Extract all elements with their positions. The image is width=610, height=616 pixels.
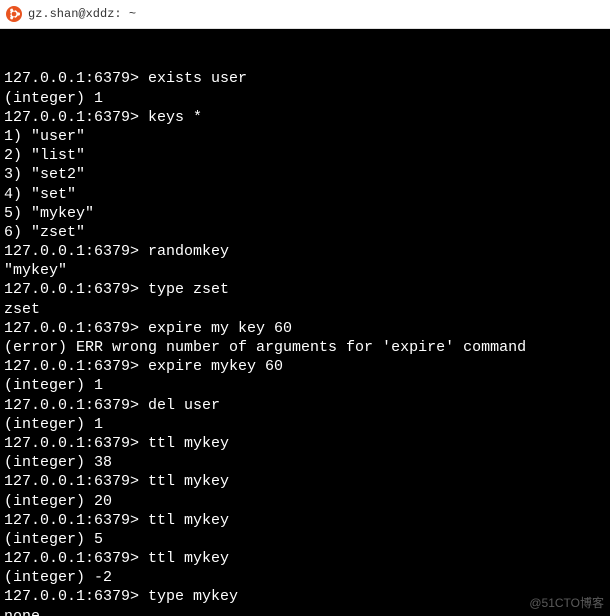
terminal-prompt-line: 127.0.0.1:6379> ttl mykey	[4, 549, 606, 568]
terminal-output-line: (error) ERR wrong number of arguments fo…	[4, 338, 606, 357]
watermark: @51CTO博客	[529, 596, 604, 611]
command-text: exists user	[148, 70, 247, 87]
terminal-output-line: (integer) 1	[4, 415, 606, 434]
command-text: ttl mykey	[148, 473, 229, 490]
prompt-host: 127.0.0.1:6379>	[4, 243, 148, 260]
window-title: gz.shan@xddz: ~	[28, 7, 136, 21]
command-text: ttl mykey	[148, 550, 229, 567]
terminal-prompt-line: 127.0.0.1:6379> exists user	[4, 69, 606, 88]
command-text: expire mykey 60	[148, 358, 283, 375]
terminal-output-line: (integer) 1	[4, 376, 606, 395]
prompt-host: 127.0.0.1:6379>	[4, 435, 148, 452]
prompt-host: 127.0.0.1:6379>	[4, 550, 148, 567]
terminal-prompt-line: 127.0.0.1:6379> randomkey	[4, 242, 606, 261]
terminal-prompt-line: 127.0.0.1:6379> expire my key 60	[4, 319, 606, 338]
prompt-host: 127.0.0.1:6379>	[4, 109, 148, 126]
terminal-output-line: 4) "set"	[4, 185, 606, 204]
prompt-host: 127.0.0.1:6379>	[4, 588, 148, 605]
command-text: ttl mykey	[148, 435, 229, 452]
terminal-prompt-line: 127.0.0.1:6379> del user	[4, 396, 606, 415]
terminal-output-line: 1) "user"	[4, 127, 606, 146]
terminal-output-line: (integer) 5	[4, 530, 606, 549]
terminal-output-line: 5) "mykey"	[4, 204, 606, 223]
command-text: randomkey	[148, 243, 229, 260]
title-bar[interactable]: gz.shan@xddz: ~	[0, 0, 610, 29]
terminal-output-line: (integer) -2	[4, 568, 606, 587]
terminal-prompt-line: 127.0.0.1:6379> ttl mykey	[4, 472, 606, 491]
command-text: expire my key 60	[148, 320, 292, 337]
command-text: del user	[148, 397, 220, 414]
prompt-host: 127.0.0.1:6379>	[4, 281, 148, 298]
terminal-prompt-line: 127.0.0.1:6379> type zset	[4, 280, 606, 299]
terminal-output-line: zset	[4, 300, 606, 319]
prompt-host: 127.0.0.1:6379>	[4, 397, 148, 414]
terminal-output-line: 2) "list"	[4, 146, 606, 165]
terminal-output-line: 6) "zset"	[4, 223, 606, 242]
terminal-prompt-line: 127.0.0.1:6379> keys *	[4, 108, 606, 127]
prompt-host: 127.0.0.1:6379>	[4, 70, 148, 87]
command-text: type zset	[148, 281, 229, 298]
terminal-area[interactable]: 127.0.0.1:6379> exists user(integer) 112…	[0, 29, 610, 616]
terminal-output-line: "mykey"	[4, 261, 606, 280]
terminal-prompt-line: 127.0.0.1:6379> type mykey	[4, 587, 606, 606]
prompt-host: 127.0.0.1:6379>	[4, 320, 148, 337]
command-text: keys *	[148, 109, 202, 126]
command-text: ttl mykey	[148, 512, 229, 529]
terminal-output-line: 3) "set2"	[4, 165, 606, 184]
ubuntu-icon	[6, 6, 22, 22]
prompt-host: 127.0.0.1:6379>	[4, 358, 148, 375]
terminal-prompt-line: 127.0.0.1:6379> expire mykey 60	[4, 357, 606, 376]
command-text: type mykey	[148, 588, 238, 605]
terminal-output-line: (integer) 38	[4, 453, 606, 472]
terminal-output-line: none	[4, 607, 606, 616]
terminal-prompt-line: 127.0.0.1:6379> ttl mykey	[4, 434, 606, 453]
terminal-output-line: (integer) 1	[4, 89, 606, 108]
terminal-output-line: (integer) 20	[4, 492, 606, 511]
prompt-host: 127.0.0.1:6379>	[4, 473, 148, 490]
terminal-prompt-line: 127.0.0.1:6379> ttl mykey	[4, 511, 606, 530]
prompt-host: 127.0.0.1:6379>	[4, 512, 148, 529]
